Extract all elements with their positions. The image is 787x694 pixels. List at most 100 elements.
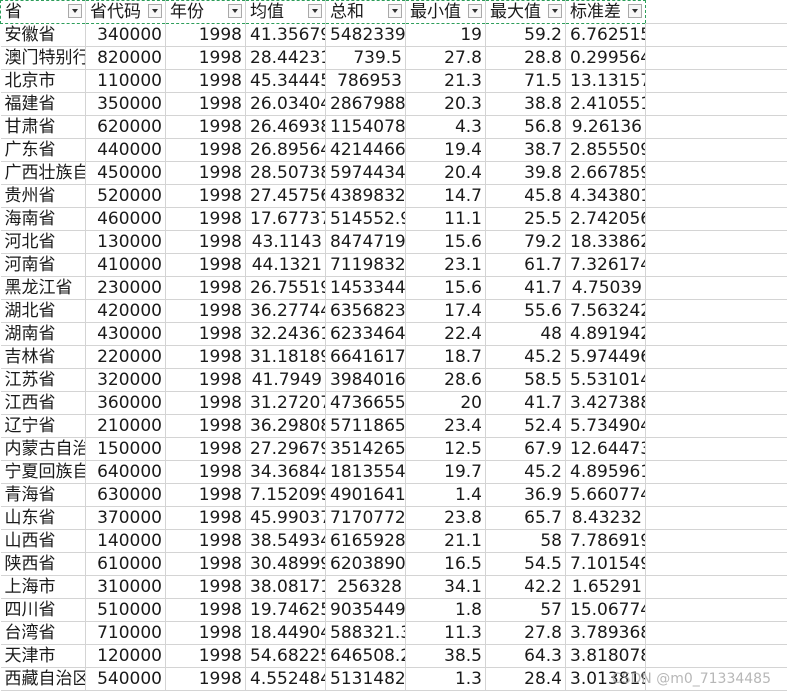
province-cell[interactable]: 上海市	[0, 575, 86, 599]
std-cell[interactable]: 6.762515	[565, 23, 646, 47]
mean-cell[interactable]: 54.68225	[245, 644, 326, 668]
max-cell[interactable]: 61.7	[485, 253, 566, 277]
code-cell[interactable]: 420000	[85, 299, 166, 323]
std-cell[interactable]: 8.43232	[565, 506, 646, 530]
province-cell[interactable]: 湖南省	[0, 322, 86, 346]
mean-cell[interactable]: 31.18189	[245, 345, 326, 369]
empty-cell[interactable]	[645, 506, 787, 530]
empty-cell[interactable]	[645, 69, 787, 93]
min-cell[interactable]: 19.4	[405, 138, 486, 162]
max-cell[interactable]: 45.2	[485, 345, 566, 369]
max-cell[interactable]: 36.9	[485, 483, 566, 507]
min-cell[interactable]: 23.8	[405, 506, 486, 530]
mean-cell[interactable]: 28.44231	[245, 46, 326, 70]
max-cell[interactable]: 56.8	[485, 115, 566, 139]
header-cell-mean[interactable]: 均值	[245, 0, 326, 24]
sum-cell[interactable]: 6165928	[325, 529, 406, 553]
max-cell[interactable]: 67.9	[485, 437, 566, 461]
min-cell[interactable]: 27.8	[405, 46, 486, 70]
province-cell[interactable]: 澳门特别行政区	[0, 46, 86, 70]
code-cell[interactable]: 510000	[85, 598, 166, 622]
sum-cell[interactable]: 5974434	[325, 161, 406, 185]
empty-cell[interactable]	[645, 667, 787, 691]
province-cell[interactable]: 河北省	[0, 230, 86, 254]
province-cell[interactable]: 广西壮族自治区	[0, 161, 86, 185]
province-cell[interactable]: 台湾省	[0, 621, 86, 645]
header-cell-year[interactable]: 年份	[165, 0, 246, 24]
year-cell[interactable]: 1998	[165, 460, 246, 484]
max-cell[interactable]: 28.8	[485, 46, 566, 70]
code-cell[interactable]: 210000	[85, 414, 166, 438]
sum-cell[interactable]: 5711865	[325, 414, 406, 438]
min-cell[interactable]: 34.1	[405, 575, 486, 599]
mean-cell[interactable]: 7.152099	[245, 483, 326, 507]
sum-cell[interactable]: 3984016	[325, 368, 406, 392]
header-cell-max[interactable]: 最大值	[485, 0, 566, 24]
code-cell[interactable]: 140000	[85, 529, 166, 553]
std-cell[interactable]: 4.343801	[565, 184, 646, 208]
code-cell[interactable]: 150000	[85, 437, 166, 461]
min-cell[interactable]: 1.8	[405, 598, 486, 622]
code-cell[interactable]: 620000	[85, 115, 166, 139]
std-cell[interactable]: 4.75039	[565, 276, 646, 300]
year-cell[interactable]: 1998	[165, 115, 246, 139]
filter-dropdown-icon[interactable]	[68, 4, 82, 18]
mean-cell[interactable]: 30.48999	[245, 552, 326, 576]
empty-cell[interactable]	[645, 414, 787, 438]
header-cell-province[interactable]: 省	[0, 0, 86, 24]
header-cell-sum[interactable]: 总和	[325, 0, 406, 24]
mean-cell[interactable]: 28.50738	[245, 161, 326, 185]
year-cell[interactable]: 1998	[165, 414, 246, 438]
province-cell[interactable]: 宁夏回族自治区	[0, 460, 86, 484]
max-cell[interactable]: 48	[485, 322, 566, 346]
empty-cell[interactable]	[645, 598, 787, 622]
min-cell[interactable]: 38.5	[405, 644, 486, 668]
max-cell[interactable]: 25.5	[485, 207, 566, 231]
mean-cell[interactable]: 31.27207	[245, 391, 326, 415]
code-cell[interactable]: 440000	[85, 138, 166, 162]
year-cell[interactable]: 1998	[165, 299, 246, 323]
sum-cell[interactable]: 7119832	[325, 253, 406, 277]
min-cell[interactable]: 22.4	[405, 322, 486, 346]
province-cell[interactable]: 湖北省	[0, 299, 86, 323]
sum-cell[interactable]: 9035449	[325, 598, 406, 622]
min-cell[interactable]: 20	[405, 391, 486, 415]
max-cell[interactable]: 38.7	[485, 138, 566, 162]
mean-cell[interactable]: 41.35679	[245, 23, 326, 47]
std-cell[interactable]: 7.786919	[565, 529, 646, 553]
std-cell[interactable]: 15.06774	[565, 598, 646, 622]
std-cell[interactable]: 9.26136	[565, 115, 646, 139]
mean-cell[interactable]: 26.03404	[245, 92, 326, 116]
filter-dropdown-icon[interactable]	[388, 4, 402, 18]
empty-cell[interactable]	[645, 391, 787, 415]
max-cell[interactable]: 55.6	[485, 299, 566, 323]
mean-cell[interactable]: 43.1143	[245, 230, 326, 254]
min-cell[interactable]: 15.6	[405, 276, 486, 300]
mean-cell[interactable]: 19.74625	[245, 598, 326, 622]
empty-cell[interactable]	[645, 23, 787, 47]
min-cell[interactable]: 23.4	[405, 414, 486, 438]
min-cell[interactable]: 19.7	[405, 460, 486, 484]
min-cell[interactable]: 4.3	[405, 115, 486, 139]
province-cell[interactable]: 黑龙江省	[0, 276, 86, 300]
empty-cell[interactable]	[645, 529, 787, 553]
mean-cell[interactable]: 38.54934	[245, 529, 326, 553]
max-cell[interactable]: 65.7	[485, 506, 566, 530]
min-cell[interactable]: 15.6	[405, 230, 486, 254]
year-cell[interactable]: 1998	[165, 483, 246, 507]
empty-cell[interactable]	[645, 322, 787, 346]
year-cell[interactable]: 1998	[165, 23, 246, 47]
min-cell[interactable]: 12.5	[405, 437, 486, 461]
year-cell[interactable]: 1998	[165, 506, 246, 530]
sum-cell[interactable]: 4736655	[325, 391, 406, 415]
mean-cell[interactable]: 45.99037	[245, 506, 326, 530]
std-cell[interactable]: 7.326174	[565, 253, 646, 277]
code-cell[interactable]: 640000	[85, 460, 166, 484]
min-cell[interactable]: 20.4	[405, 161, 486, 185]
mean-cell[interactable]: 26.75519	[245, 276, 326, 300]
min-cell[interactable]: 14.7	[405, 184, 486, 208]
code-cell[interactable]: 450000	[85, 161, 166, 185]
province-cell[interactable]: 贵州省	[0, 184, 86, 208]
std-cell[interactable]: 3.789368	[565, 621, 646, 645]
mean-cell[interactable]: 45.34445	[245, 69, 326, 93]
